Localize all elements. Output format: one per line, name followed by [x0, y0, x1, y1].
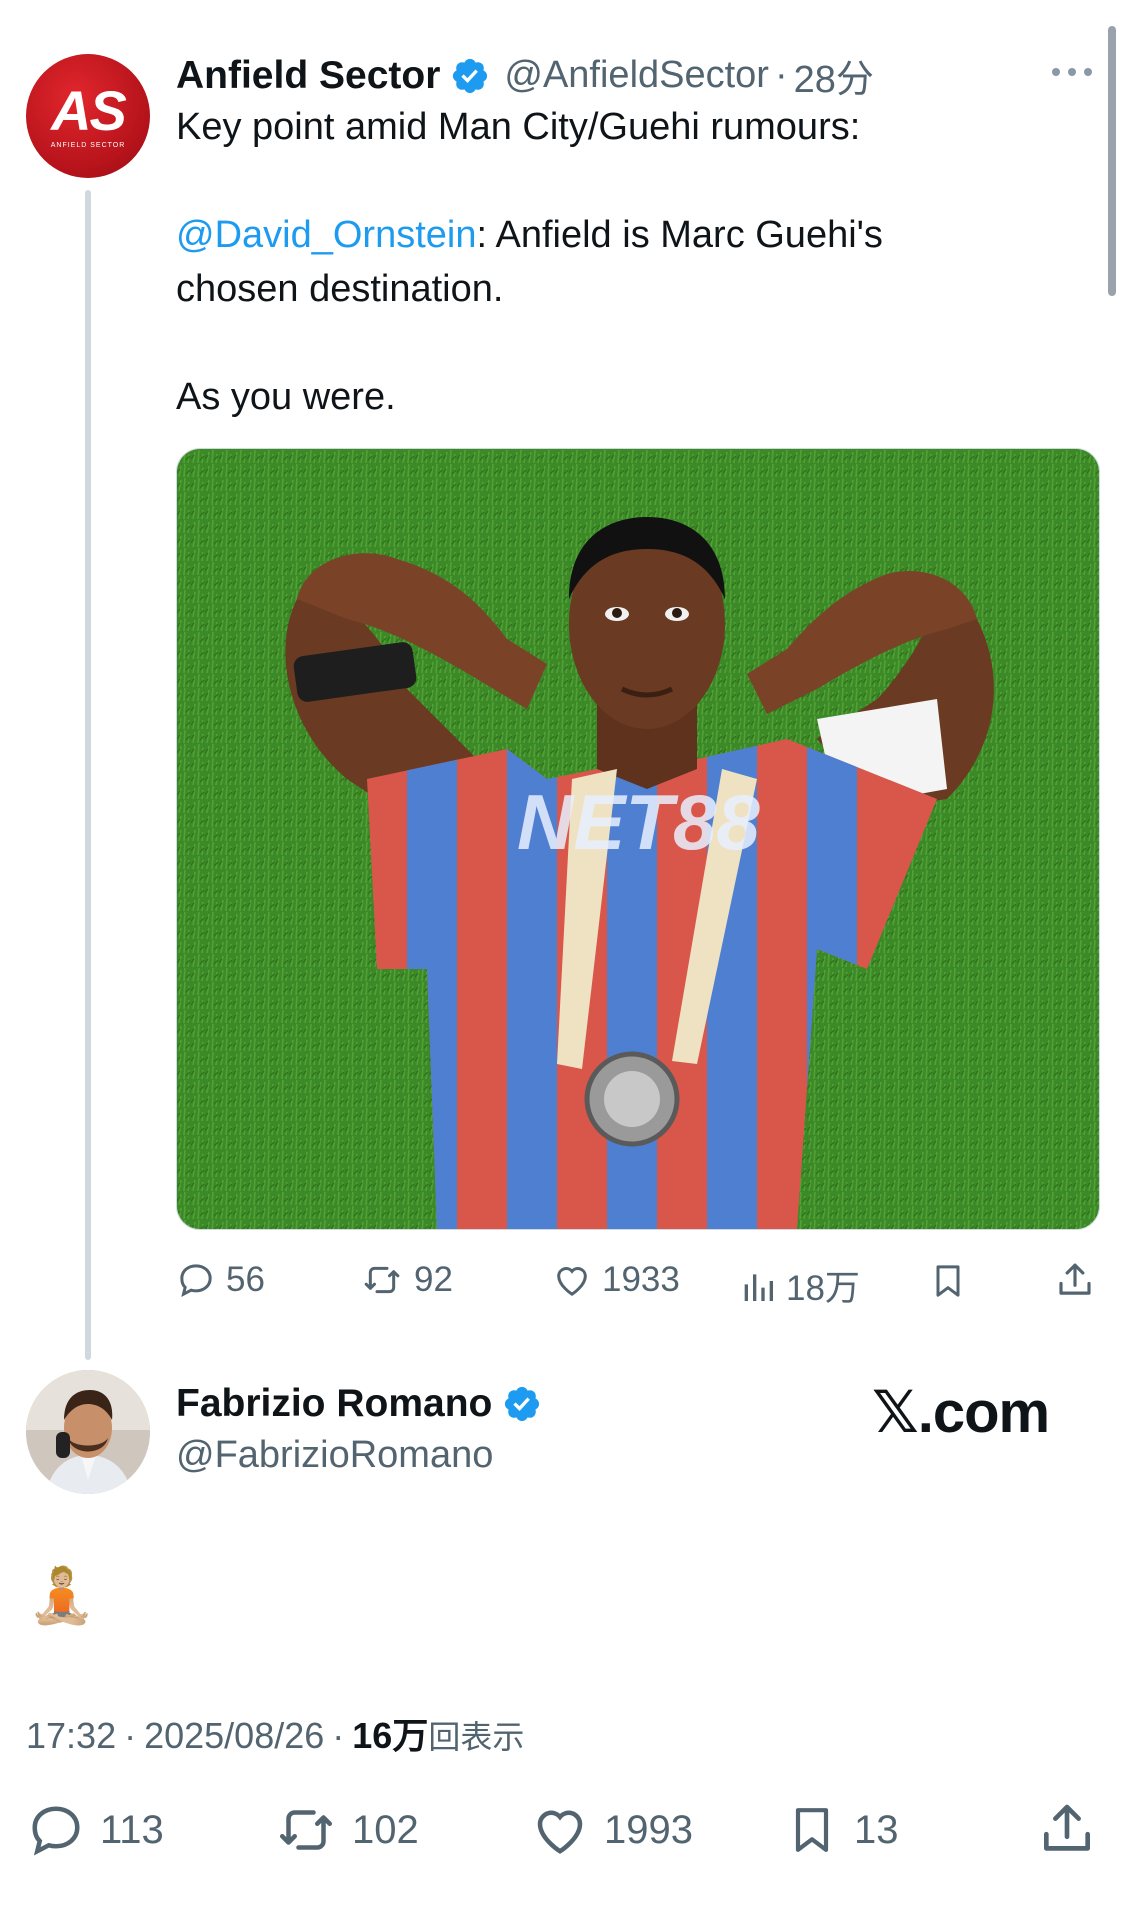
repost-count: 92 — [414, 1260, 453, 1299]
like-icon — [557, 1267, 587, 1296]
bookmark-icon[interactable] — [928, 1260, 968, 1302]
avatar-logo-text: AS — [51, 79, 127, 142]
author-handle[interactable]: @FabrizioRomano — [176, 1434, 493, 1477]
mention-link[interactable]: @David_Ornstein — [176, 214, 476, 256]
separator: · — [774, 54, 788, 96]
more-options-icon[interactable] — [1050, 64, 1094, 80]
timestamp-row: 17:32 · 2025/08/26 · 16万 回表示 — [26, 1707, 524, 1759]
tweet-date[interactable]: 2025/08/26 — [144, 1715, 324, 1757]
share-icon[interactable] — [1054, 1258, 1096, 1302]
reply-action[interactable]: 56 — [176, 1260, 265, 1300]
repost-icon — [280, 1810, 332, 1850]
reply-count: 56 — [226, 1260, 265, 1299]
dot: · — [332, 1715, 345, 1756]
bookmark-action[interactable]: 13 — [784, 1800, 899, 1860]
author-name[interactable]: Anfield Sector — [176, 54, 440, 98]
anfield-avatar[interactable]: AS ANFIELD SECTOR — [26, 54, 150, 178]
author-name[interactable]: Fabrizio Romano — [176, 1382, 492, 1426]
bookmark-icon — [795, 1808, 829, 1852]
quoted-tweet-text: Key point amid Man City/Guehi rumours: @… — [176, 100, 1076, 424]
main-tweet-header: Fabrizio Romano — [176, 1382, 542, 1426]
like-icon — [537, 1810, 583, 1854]
text-line-4: As you were. — [176, 376, 396, 418]
repost-icon — [364, 1266, 400, 1294]
like-action[interactable]: 1993 — [530, 1800, 693, 1860]
share-icon[interactable] — [1036, 1798, 1098, 1860]
views-count: 18万 — [786, 1269, 860, 1308]
reply-count: 113 — [100, 1807, 164, 1852]
reply-icon — [32, 1806, 80, 1856]
like-count: 1933 — [602, 1260, 680, 1299]
repost-action[interactable]: 92 — [360, 1260, 453, 1300]
fabrizio-avatar[interactable] — [26, 1370, 150, 1494]
views-icon — [744, 1273, 773, 1301]
text-line-1: Key point amid Man City/Guehi rumours: — [176, 106, 861, 148]
thread-connector-line — [85, 190, 91, 1360]
like-count: 1993 — [604, 1807, 693, 1852]
reply-action[interactable]: 113 — [26, 1800, 164, 1860]
bookmark-count: 13 — [854, 1807, 899, 1852]
tweet-emoji: 🧘🏼 — [28, 1566, 96, 1626]
reply-icon — [180, 1264, 212, 1298]
text-line-3: chosen destination. — [176, 268, 504, 310]
tweet-media-image[interactable]: NET88 — [176, 448, 1100, 1230]
author-handle[interactable]: @AnfieldSector — [504, 54, 769, 97]
views-count: 16万 — [352, 1715, 429, 1756]
views-label: 回表示 — [428, 1719, 525, 1755]
scrollbar[interactable] — [1108, 26, 1116, 296]
avatar-logo-subtext: ANFIELD SECTOR — [50, 142, 126, 149]
verified-badge-icon — [450, 56, 490, 96]
views-action[interactable]: 18万 — [740, 1260, 860, 1311]
repost-count: 102 — [352, 1807, 419, 1852]
quoted-tweet-header: Anfield Sector @AnfieldSector · 28分 — [176, 48, 874, 103]
verified-badge-icon — [502, 1384, 542, 1424]
repost-action[interactable]: 102 — [274, 1800, 419, 1860]
shirt-sponsor-text: NET88 — [517, 778, 760, 866]
like-action[interactable]: 1933 — [552, 1260, 680, 1300]
text-line-2: @David_Ornstein: Anfield is Marc Guehi's — [176, 214, 883, 256]
tweet-time[interactable]: 28分 — [794, 48, 874, 103]
dot: · — [124, 1715, 137, 1756]
x-com-brand: 𝕏.com — [872, 1380, 1050, 1445]
tweet-time[interactable]: 17:32 — [26, 1715, 116, 1757]
